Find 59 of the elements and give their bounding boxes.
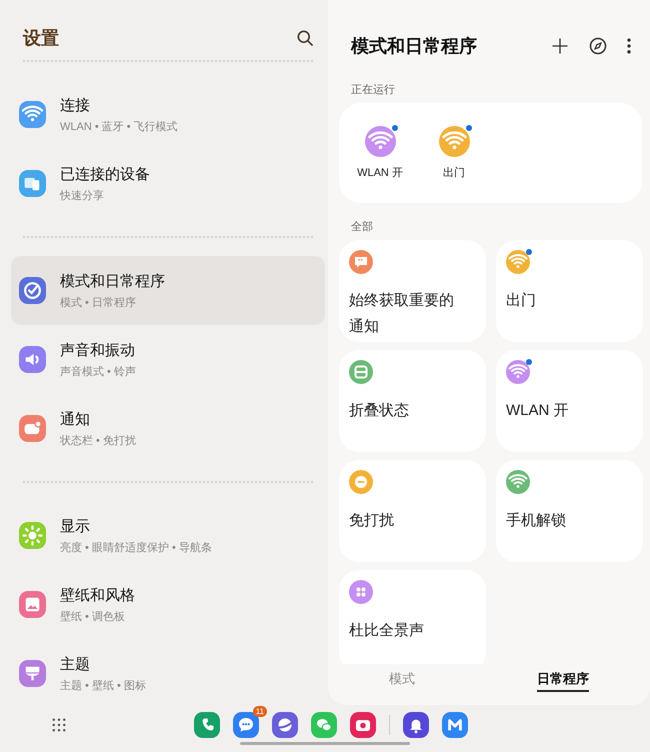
routine-name: WLAN 开: [506, 401, 569, 421]
m-app-icon[interactable]: [442, 712, 468, 738]
phone-icon[interactable]: [194, 712, 220, 738]
routine-card[interactable]: 杜比全景声: [339, 570, 486, 664]
wifi-icon[interactable]: [364, 126, 396, 157]
settings-title: 设置: [23, 27, 59, 50]
settings-item[interactable]: 壁纸和风格 壁纸 • 调色板: [11, 570, 325, 639]
routine-name: 始终获取重要的通知: [349, 291, 455, 337]
item-title: 通知: [60, 410, 91, 428]
tab[interactable]: 日常程序: [537, 670, 589, 692]
camera-icon[interactable]: [350, 712, 376, 738]
item-title: 显示: [60, 516, 91, 536]
app-drawer-icon[interactable]: [52, 718, 66, 732]
settings-item[interactable]: 通知 状态栏 • 免打扰: [11, 394, 325, 463]
settings-item[interactable]: 声音和振动 声音模式 • 铃声: [11, 325, 325, 394]
routine-label: WLAN 开: [357, 166, 403, 180]
more-options-icon[interactable]: [626, 36, 632, 56]
routine-name: 免打扰: [349, 511, 394, 531]
chat-bubbles-icon[interactable]: [311, 712, 337, 738]
item-subtitle: 快速分享: [60, 188, 105, 202]
routine-card[interactable]: 折叠状态: [339, 350, 486, 452]
settings-item[interactable]: 已连接的设备 快速分享: [11, 149, 325, 218]
item-subtitle: 壁纸 • 调色板: [60, 610, 126, 624]
item-subtitle: WLAN • 蓝牙 • 飞行模式: [60, 120, 178, 134]
settings-item[interactable]: 主题 主题 • 壁纸 • 图标: [11, 639, 325, 708]
item-subtitle: 亮度 • 眼睛舒适度保护 • 导航条: [60, 540, 212, 554]
item-title: 主题: [60, 654, 91, 674]
item-subtitle: 状态栏 • 免打扰: [60, 434, 136, 448]
settings-item[interactable]: 连接 WLAN • 蓝牙 • 飞行模式: [11, 80, 325, 149]
item-title: 已连接的设备: [60, 164, 150, 184]
routine-name: 杜比全景声: [349, 621, 424, 641]
chat-bubble-icon[interactable]: [233, 712, 259, 738]
item-title: 壁纸和风格: [60, 586, 135, 604]
item-title: 声音和振动: [60, 340, 136, 360]
page-title: 模式和日常程序: [351, 35, 478, 58]
item-title: 模式和日常程序: [60, 272, 165, 290]
item-subtitle: 声音模式 • 铃声: [60, 364, 136, 378]
routine-name: 折叠状态: [349, 401, 409, 421]
routine-card[interactable]: 始终获取重要的通知: [339, 240, 486, 342]
notification-badge: 11: [252, 706, 267, 717]
bell-icon[interactable]: [403, 712, 429, 738]
item-subtitle: 主题 • 壁纸 • 图标: [60, 678, 146, 692]
compass-icon[interactable]: [588, 36, 608, 56]
section-label: 全部: [351, 220, 374, 234]
add-icon[interactable]: [550, 36, 570, 56]
routine-name: 手机解锁: [506, 511, 566, 531]
item-title: 连接: [60, 96, 91, 114]
section-label: 正在运行: [351, 83, 396, 97]
routine-label: 出门: [443, 166, 465, 180]
routine-card[interactable]: WLAN 开: [496, 350, 643, 452]
planet-icon[interactable]: [272, 712, 298, 738]
routine-card[interactable]: 免打扰: [339, 460, 486, 562]
routine-card[interactable]: 手机解锁: [496, 460, 643, 562]
search-icon[interactable]: [295, 28, 315, 48]
settings-item[interactable]: 模式和日常程序 模式 • 日常程序: [11, 256, 325, 325]
routine-name: 出门: [506, 291, 536, 311]
item-subtitle: 模式 • 日常程序: [60, 296, 137, 310]
routine-card[interactable]: 出门: [496, 240, 643, 342]
settings-item[interactable]: 显示 亮度 • 眼睛舒适度保护 • 导航条: [11, 501, 325, 570]
